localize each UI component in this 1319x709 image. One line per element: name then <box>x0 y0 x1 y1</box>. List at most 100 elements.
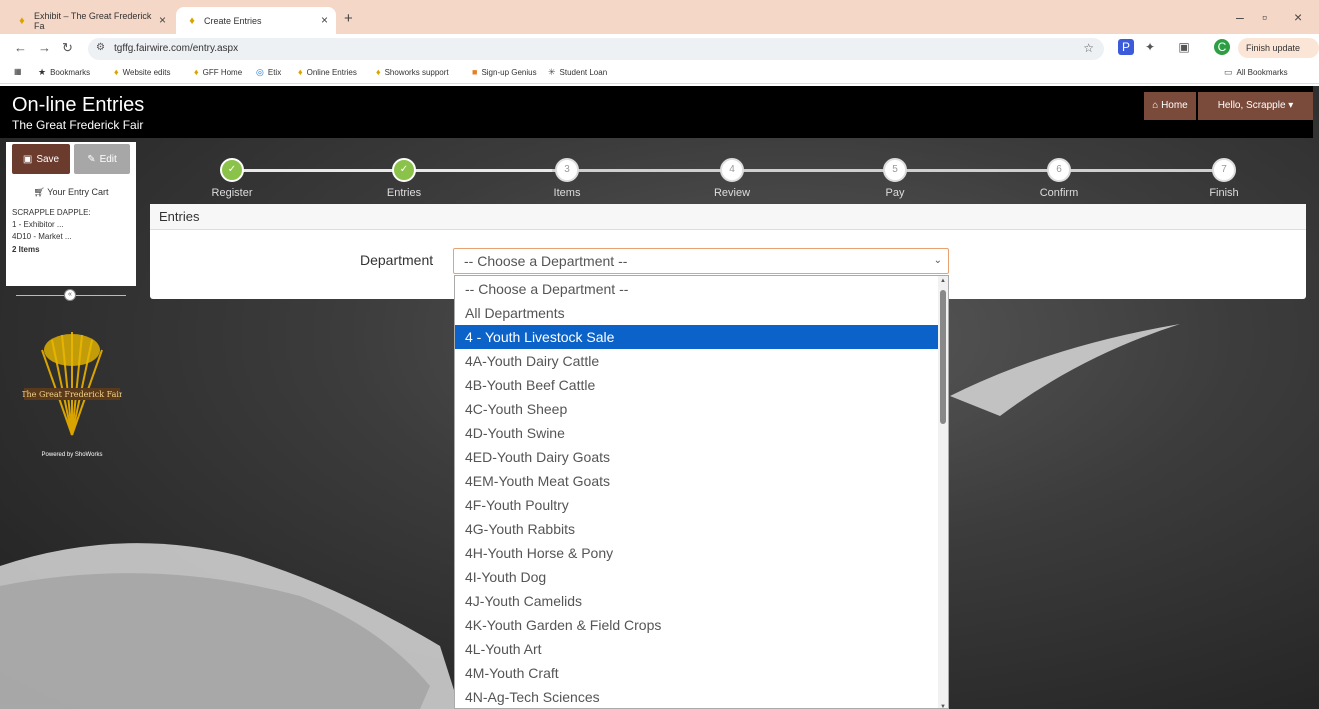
step-label: Entries <box>386 187 422 199</box>
step-register-check-icon: ✓ <box>220 158 244 182</box>
fair-icon: ♦ <box>114 67 119 77</box>
cart-line: SCRAPPLE DAPPLE: <box>12 208 91 217</box>
dropdown-option[interactable]: 4K-Youth Garden & Field Crops <box>455 613 940 637</box>
dropdown-option[interactable]: -- Choose a Department -- <box>455 277 940 301</box>
bookmark-star-icon[interactable]: ☆ <box>1083 41 1094 55</box>
department-dropdown[interactable]: -- Choose a Department -- All Department… <box>454 275 949 709</box>
window-close-icon[interactable]: × <box>1294 9 1302 25</box>
user-menu-button[interactable]: Hello, Scrapple ▾ <box>1198 92 1313 120</box>
scrollbar-thumb[interactable] <box>940 290 946 424</box>
dropdown-option[interactable]: 4D-Youth Swine <box>455 421 940 445</box>
trophy-icon: ♦ <box>376 67 381 77</box>
apps-grid-icon[interactable]: ▦ <box>14 67 22 76</box>
dropdown-option[interactable]: 4ED-Youth Dairy Goats <box>455 445 940 469</box>
all-bookmarks-item[interactable]: ▭ All Bookmarks <box>1224 67 1288 78</box>
extension-icon[interactable]: P <box>1118 39 1134 55</box>
page-subtitle: The Great Frederick Fair <box>12 118 144 132</box>
home-button[interactable]: ⌂ Home <box>1144 92 1196 120</box>
dropdown-scrollbar[interactable]: ▲ ▼ <box>938 276 948 708</box>
profile-avatar-icon[interactable]: C <box>1214 39 1230 55</box>
cart-line: 4D10 - Market ... <box>12 232 72 241</box>
step-label: Review <box>713 187 751 199</box>
dropdown-option[interactable]: 4A-Youth Dairy Cattle <box>455 349 940 373</box>
etix-icon: ◎ <box>256 67 264 77</box>
site-header: On-line Entries The Great Frederick Fair… <box>0 86 1313 138</box>
fair-icon: ♦ <box>194 67 199 77</box>
page-title: On-line Entries <box>12 94 145 116</box>
extensions-puzzle-icon[interactable]: ✦ <box>1142 39 1158 55</box>
finish-update-button[interactable]: Finish update ⋮ <box>1238 38 1319 73</box>
home-icon: ⌂ <box>1152 100 1159 111</box>
step-label: Register <box>211 187 253 199</box>
browser-tab-active[interactable]: ♦ Create Entries × <box>176 7 336 34</box>
cart-title[interactable]: 🛒︎ Your Entry Cart <box>6 187 136 198</box>
dropdown-option[interactable]: All Departments <box>455 301 940 325</box>
cart-line: 1 - Exhibitor ... <box>12 220 64 229</box>
bookmark-item[interactable]: ♦ Showorks support <box>376 67 449 77</box>
asterisk-icon: ✳ <box>548 67 556 77</box>
minimize-icon[interactable]: – <box>1236 9 1244 25</box>
url-text: tgffg.fairwire.com/entry.aspx <box>114 43 239 54</box>
bookmark-item[interactable]: ◎ Etix <box>256 67 281 78</box>
bookmark-item[interactable]: ♦ Online Entries <box>298 67 357 77</box>
save-button[interactable]: ▣ Save <box>12 144 70 174</box>
back-icon[interactable]: ← <box>14 40 27 55</box>
restore-icon[interactable]: ▫ <box>1262 9 1267 25</box>
dropdown-option[interactable]: 4B-Youth Beef Cattle <box>455 373 940 397</box>
step-label: Items <box>553 187 581 199</box>
step-label: Confirm <box>1039 187 1079 199</box>
address-bar[interactable]: ⚙ tgffg.fairwire.com/entry.aspx ☆ <box>88 38 1104 60</box>
department-select-value: -- Choose a Department -- <box>464 253 628 269</box>
collapse-handle-icon[interactable]: « <box>64 289 76 301</box>
tab-title: Exhibit – The Great Frederick Fa <box>33 10 152 31</box>
floppy-icon: ▣ <box>22 153 33 165</box>
dropdown-option[interactable]: 4G-Youth Rabbits <box>455 517 940 541</box>
powered-by: Powered by ShoWorks <box>41 452 103 458</box>
forward-icon[interactable]: → <box>38 40 51 55</box>
close-tab-icon[interactable]: × <box>321 13 328 27</box>
cart-icon: 🛒︎ <box>33 187 45 197</box>
svg-text:The Great Frederick Fair: The Great Frederick Fair <box>22 390 122 399</box>
new-tab-icon[interactable]: + <box>344 10 353 27</box>
dropdown-option[interactable]: 4C-Youth Sheep <box>455 397 940 421</box>
department-select[interactable]: -- Choose a Department -- ⌄ <box>453 248 949 274</box>
reload-icon[interactable]: ↻ <box>62 40 73 56</box>
reading-list-icon[interactable]: ▣ <box>1176 39 1192 55</box>
bookmarks-bar: ▦ ★ Bookmarks ♦ Website edits ♦ GFF Home ◎ E… <box>0 62 1319 84</box>
step-pay: 5 <box>883 158 907 182</box>
entries-heading: Entries <box>150 204 1306 230</box>
dropdown-option[interactable]: 4M-Youth Craft <box>455 661 940 685</box>
dropdown-option[interactable]: 4L-Youth Art <box>455 637 940 661</box>
dropdown-option[interactable]: 4N-Ag-Tech Sciences <box>455 685 940 708</box>
step-items: 3 <box>555 158 579 182</box>
dropdown-option[interactable]: 4F-Youth Poultry <box>455 493 940 517</box>
fair-favicon-icon: ♦ <box>19 14 25 27</box>
chevron-down-icon: ⌄ <box>933 255 942 266</box>
folder-icon: ▭ <box>1224 67 1233 77</box>
pencil-icon: ✎ <box>87 153 96 165</box>
step-label: Finish <box>1209 187 1239 199</box>
site-info-icon[interactable]: ⚙ <box>96 42 105 53</box>
dropdown-option-selected[interactable]: 4 - Youth Livestock Sale <box>455 325 940 349</box>
step-label: Pay <box>885 187 905 199</box>
scroll-down-icon[interactable]: ▼ <box>940 704 946 708</box>
dropdown-option[interactable]: 4H-Youth Horse & Pony <box>455 541 940 565</box>
trophy-favicon-icon: ♦ <box>189 14 195 27</box>
bookmark-item[interactable]: ★ Bookmarks <box>38 67 90 78</box>
edit-button[interactable]: ✎ Edit <box>74 144 130 174</box>
department-label: Department <box>360 252 434 268</box>
dropdown-option[interactable]: 4J-Youth Camelids <box>455 589 940 613</box>
step-confirm: 6 <box>1047 158 1071 182</box>
close-tab-icon[interactable]: × <box>159 13 166 27</box>
bookmark-item[interactable]: ■ Sign-up Genius <box>472 67 537 77</box>
scroll-up-icon[interactable]: ▲ <box>940 278 946 284</box>
dropdown-option[interactable]: 4I-Youth Dog <box>455 565 940 589</box>
bookmark-item[interactable]: ♦ GFF Home <box>194 67 242 77</box>
browser-tab[interactable]: ♦ Exhibit – The Great Frederick Fa × <box>6 7 174 34</box>
bookmark-item[interactable]: ♦ Website edits <box>114 67 170 77</box>
browser-tabstrip: ♦ Exhibit – The Great Frederick Fa × ♦ C… <box>0 0 1319 34</box>
dropdown-option[interactable]: 4EM-Youth Meat Goats <box>455 469 940 493</box>
tab-title: Create Entries <box>204 15 262 26</box>
progress-steps: ✓ Register ✓ Entries 3 Items 4 Review 5 … <box>150 148 1306 204</box>
bookmark-item[interactable]: ✳ Student Loan <box>548 67 607 78</box>
